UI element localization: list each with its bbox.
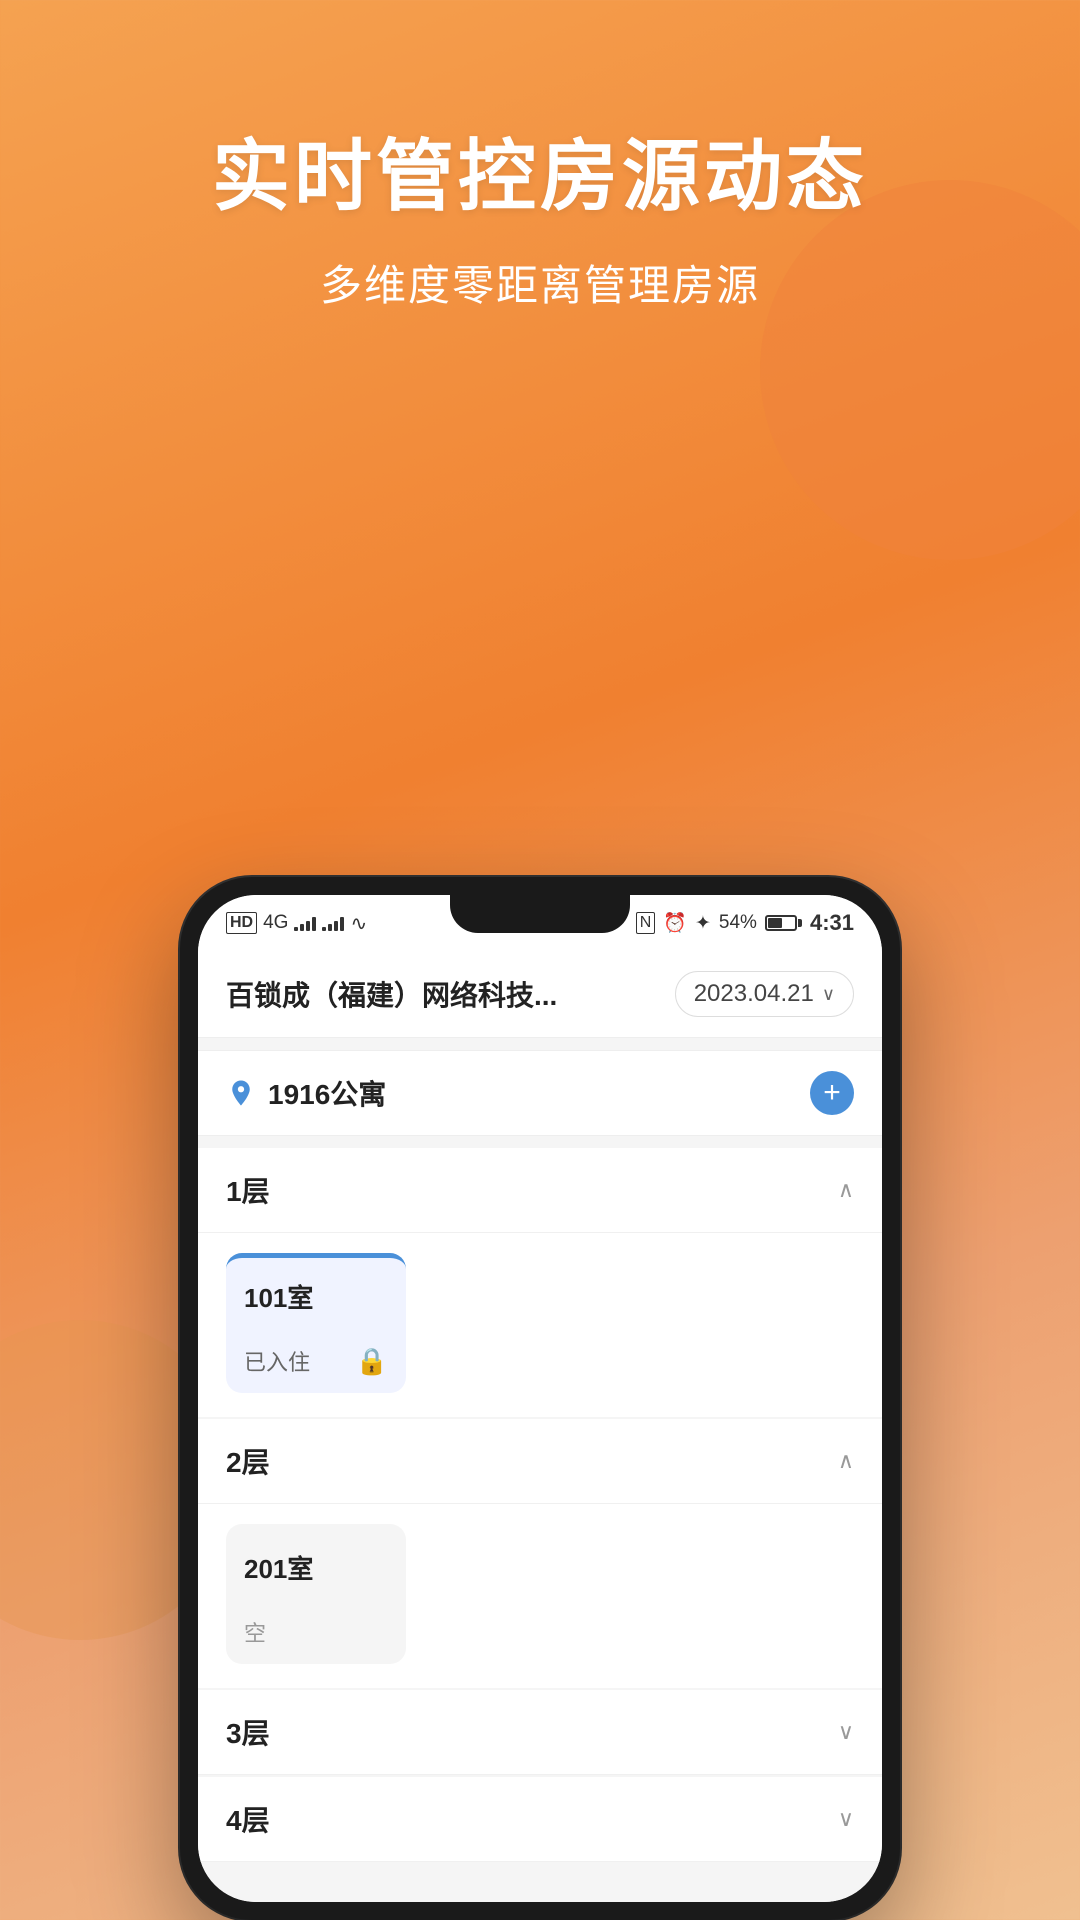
room-201-number: 201室	[244, 1549, 388, 1586]
signal-label-1: 4G	[263, 912, 288, 934]
bluetooth-icon: ✦	[695, 912, 711, 935]
date-chevron-icon: ∨	[822, 984, 835, 1005]
phone-mockup: HD 4G ∿	[180, 877, 900, 1920]
phone-bottom-padding	[198, 1862, 882, 1902]
floor-1-toggle-icon: ∧	[838, 1177, 854, 1203]
signal-bar	[334, 921, 338, 931]
status-left: HD 4G ∿	[226, 911, 367, 936]
room-101-status-text: 已入住	[244, 1345, 310, 1377]
floor-2-rooms: 201室 空	[198, 1504, 882, 1688]
signal-bar	[312, 917, 316, 931]
signal-bar	[306, 921, 310, 931]
floor-2-header[interactable]: 2层 ∧	[198, 1419, 882, 1504]
date-text: 2023.04.21	[694, 980, 814, 1008]
floor-section-4: 4层 ∨	[198, 1777, 882, 1862]
floor-section-1: 1层 ∧ 101室 已入住 🔒	[198, 1148, 882, 1417]
signal-bars-1	[294, 915, 316, 931]
floor-3-label: 3层	[226, 1712, 270, 1752]
add-room-button[interactable]: +	[810, 1071, 854, 1115]
room-card-201[interactable]: 201室 空	[226, 1524, 406, 1664]
signal-bars-2	[322, 915, 344, 931]
floor-1-header[interactable]: 1层 ∧	[198, 1148, 882, 1233]
nfc-icon: N	[636, 912, 656, 934]
phone-outer: HD 4G ∿	[180, 877, 900, 1920]
floor-2-toggle-icon: ∧	[838, 1448, 854, 1474]
floor-section-2: 2层 ∧ 201室 空	[198, 1419, 882, 1688]
wifi-icon: ∿	[350, 911, 367, 936]
room-201-status-text: 空	[244, 1616, 266, 1648]
floor-section-3: 3层 ∨	[198, 1690, 882, 1775]
phone-notch	[450, 895, 630, 933]
battery-body	[765, 915, 797, 931]
property-header: 1916公寓 +	[198, 1050, 882, 1136]
room-101-number: 101室	[244, 1278, 388, 1315]
signal-bar	[340, 917, 344, 931]
floor-2-label: 2层	[226, 1441, 270, 1481]
battery-tip	[798, 919, 802, 927]
time-display: 4:31	[810, 910, 854, 936]
battery-percent: 54%	[719, 912, 757, 934]
floor-1-rooms: 101室 已入住 🔒	[198, 1233, 882, 1417]
date-badge[interactable]: 2023.04.21 ∨	[675, 971, 854, 1017]
signal-bar	[294, 927, 298, 931]
status-right: N ⏰ ✦ 54% 4:31	[636, 910, 854, 936]
app-header: 百锁成（福建）网络科技... 2023.04.21 ∨	[198, 951, 882, 1038]
property-name-text: 1916公寓	[268, 1073, 386, 1113]
floor-1-label: 1层	[226, 1170, 270, 1210]
location-pin-icon	[226, 1078, 256, 1108]
property-name-wrap: 1916公寓	[226, 1073, 386, 1113]
hero-subtitle: 多维度零距离管理房源	[0, 252, 1080, 313]
lock-icon: 🔒	[356, 1346, 388, 1377]
room-card-101[interactable]: 101室 已入住 🔒	[226, 1253, 406, 1393]
floor-4-header[interactable]: 4层 ∨	[198, 1777, 882, 1862]
signal-bar	[300, 924, 304, 931]
signal-bar	[328, 924, 332, 931]
floor-4-chevron-icon: ∨	[838, 1806, 854, 1832]
battery-icon	[765, 915, 802, 931]
floor-4-label: 4层	[226, 1799, 270, 1839]
hero-section: 实时管控房源动态 多维度零距离管理房源	[0, 0, 1080, 313]
battery-fill	[768, 918, 782, 928]
room-201-status: 空	[244, 1616, 388, 1648]
company-name: 百锁成（福建）网络科技...	[226, 974, 557, 1014]
room-101-status: 已入住 🔒	[244, 1345, 388, 1377]
floor-3-chevron-icon: ∨	[838, 1719, 854, 1745]
phone-inner: HD 4G ∿	[198, 895, 882, 1902]
floor-3-header[interactable]: 3层 ∨	[198, 1690, 882, 1775]
alarm-icon: ⏰	[663, 911, 687, 935]
hero-title: 实时管控房源动态	[0, 130, 1080, 224]
network-type-label: HD	[226, 912, 257, 934]
signal-bar	[322, 927, 326, 931]
